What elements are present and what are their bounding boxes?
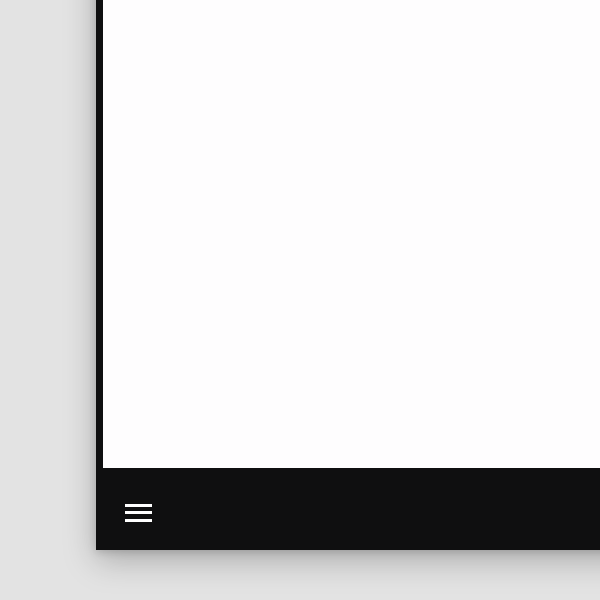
bottom-bar xyxy=(103,475,600,550)
hamburger-line xyxy=(125,504,152,507)
content-area xyxy=(103,0,600,468)
hamburger-menu-icon[interactable] xyxy=(125,504,152,522)
hamburger-line xyxy=(125,511,152,514)
hamburger-line xyxy=(125,519,152,522)
device-frame xyxy=(96,0,600,550)
